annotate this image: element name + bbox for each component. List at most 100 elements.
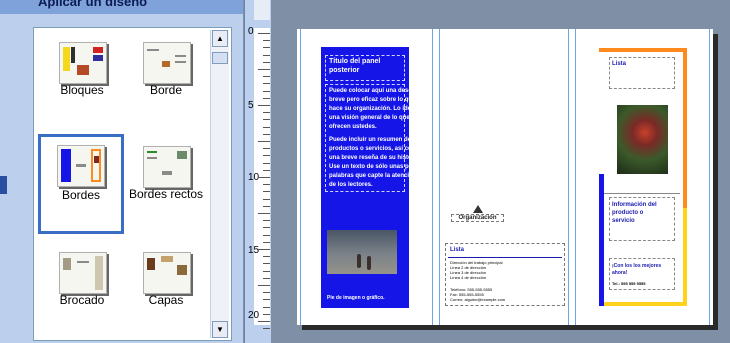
scrollbar-thumb[interactable] — [212, 52, 228, 64]
ruler-label: 5 — [248, 100, 254, 111]
ruler-tick — [263, 263, 270, 265]
ruler-tick — [263, 47, 270, 49]
panel-body-line: breve pero eficaz sobre lo que — [329, 97, 416, 103]
address-block[interactable]: Lista Dirección del trabajo principal Lí… — [445, 243, 565, 306]
ruler-tick — [263, 112, 270, 114]
brocado-thumbnail — [59, 252, 107, 294]
photo-figure — [367, 256, 371, 270]
contact-line: Correo: alguien@example.com — [450, 297, 506, 302]
contact-text: ¡Con los los mejores — [612, 263, 662, 269]
product-info-line: servicio — [612, 218, 635, 224]
design-item-capas[interactable]: Capas — [125, 240, 207, 336]
beach-photo[interactable] — [327, 230, 397, 274]
bordes-rectos-thumbnail — [143, 146, 191, 188]
ruler-tick — [258, 321, 270, 322]
ruler-tick — [263, 155, 270, 157]
ruler-tick — [263, 234, 270, 236]
ruler-tick — [263, 306, 270, 308]
ruler-label: 15 — [248, 245, 260, 256]
panel-body-line: Puede incluir un resumen de los — [329, 137, 422, 143]
product-info-line: producto o — [612, 210, 644, 216]
column-guide — [432, 29, 433, 325]
scroll-down-icon[interactable]: ▼ — [212, 321, 228, 338]
divider — [604, 193, 680, 194]
margin-guide — [300, 29, 301, 325]
phone-text: Tel.: 555 555 5555 — [612, 281, 646, 286]
ruler-tick — [263, 148, 270, 150]
design-label: Bloques — [60, 83, 104, 97]
ruler-margin-top — [254, 0, 270, 20]
organization-logo[interactable]: Organización — [451, 205, 504, 225]
product-info-line: Información del — [612, 202, 657, 208]
panel-title-line1: Título del panel — [329, 58, 381, 65]
ruler-tick — [263, 299, 270, 301]
ruler-tick — [263, 162, 270, 164]
ruler-tick — [263, 54, 270, 56]
column-guide — [568, 29, 569, 325]
scroll-up-icon[interactable]: ▲ — [212, 30, 228, 47]
contact-box[interactable]: ¡Con los los mejores ahora! Tel.: 555 55… — [609, 258, 675, 290]
contact-text: ahora! — [612, 270, 628, 276]
ruler-tick — [263, 184, 270, 186]
capas-thumbnail — [143, 252, 191, 294]
panel-body-line: ofrecen ustedes. — [329, 124, 377, 130]
ruler-tick — [263, 83, 270, 85]
orange-border — [599, 48, 687, 52]
panel-body-line: Use un texto de sólo unas pocas — [329, 164, 423, 170]
design-item-bordes-rectos[interactable]: Bordes rectos — [125, 134, 207, 230]
pane-resize-grip[interactable] — [0, 176, 7, 194]
yellow-border — [683, 208, 687, 306]
right-top-label: Lista — [612, 61, 627, 67]
ruler-tick — [258, 177, 270, 178]
ruler-tick — [263, 76, 270, 78]
ruler-tick — [263, 90, 270, 92]
ruler-tick — [263, 191, 270, 193]
panel-body-line: de los lectores. — [329, 182, 373, 188]
ruler-tick — [258, 69, 270, 70]
yellow-border — [599, 302, 687, 306]
ruler-tick — [263, 227, 270, 229]
design-item-brocado[interactable]: Brocado — [41, 240, 123, 336]
ruler-tick — [263, 119, 270, 121]
address-title: Lista — [450, 247, 465, 253]
ruler-tick — [263, 220, 270, 222]
task-pane-title: Aplicar un diseño — [38, 0, 148, 9]
panel-body-line: una breve reseña de su historia. — [329, 155, 421, 161]
margin-guide — [709, 29, 710, 325]
cyclist-photo[interactable] — [617, 105, 668, 174]
brochure-page[interactable]: Título del panel posterior Puede colocar… — [297, 29, 713, 325]
panel-body-line: palabras que capte la atención — [329, 173, 417, 179]
design-label: Brocado — [59, 293, 105, 307]
panel-body-line: productos o servicios, así como — [329, 146, 421, 152]
ruler-tick — [263, 241, 270, 243]
design-item-bloques[interactable]: Bloques — [41, 30, 123, 126]
right-top-textbox[interactable]: Lista — [609, 57, 675, 89]
product-info-box[interactable]: Información del producto o servicio — [609, 197, 675, 241]
borde-thumbnail — [143, 42, 191, 84]
address-rule — [448, 257, 562, 258]
ruler-label: 0 — [248, 26, 254, 37]
task-pane: Aplicar un diseño Bloques Borde Bordes B… — [0, 0, 243, 343]
ruler-tick — [263, 292, 270, 294]
task-pane-header: Aplicar un diseño — [0, 0, 243, 14]
ruler-tick — [258, 141, 270, 142]
design-label: Bordes rectos — [128, 187, 204, 201]
panel-body-line: hace su organización. Lo ideal es — [329, 106, 425, 112]
address-line: Línea 4 de dirección — [450, 275, 487, 280]
panel-body-line: una visión general de lo que — [329, 115, 410, 121]
column-guide — [439, 29, 440, 325]
ruler-tick — [263, 97, 270, 99]
design-label: Capas — [148, 293, 184, 307]
gallery-scrollbar[interactable]: ▲ ▼ — [210, 30, 229, 338]
design-label: Borde — [149, 83, 183, 97]
ruler-tick — [263, 126, 270, 128]
panel-title-line2: posterior — [329, 67, 360, 74]
design-item-bordes[interactable]: Bordes — [38, 134, 124, 234]
design-item-borde[interactable]: Borde — [125, 30, 207, 126]
ruler-tick — [263, 270, 270, 272]
photo-figure — [357, 254, 361, 268]
ruler-tick — [258, 105, 270, 106]
ruler-tick — [263, 61, 270, 63]
orange-border — [683, 48, 687, 208]
ruler-tick — [258, 33, 270, 34]
